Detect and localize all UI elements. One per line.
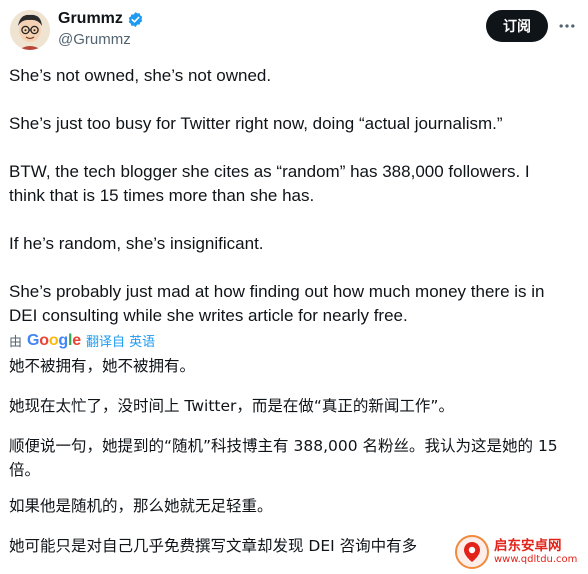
watermark-title: 启东安卓网 xyxy=(494,538,562,554)
tweet-text: She’s not owned, she’s not owned. She’s … xyxy=(9,64,569,352)
watermark-logo-icon xyxy=(455,535,489,569)
author-handle[interactable]: @Grummz xyxy=(58,31,131,48)
tweet-paragraph: She’s just too busy for Twitter right no… xyxy=(9,114,503,133)
translated-paragraph: 她现在太忙了，没时间上 Twitter，而是在做“真正的新闻工作”。 xyxy=(9,397,454,415)
site-watermark: 启东安卓网 www.qdltdu.com xyxy=(452,530,588,574)
tweet-paragraph: If he’s random, she’s insignificant. xyxy=(9,234,264,253)
translated-paragraph: 如果他是随机的，那么她就无足轻重。 xyxy=(9,497,273,515)
translation-source-link[interactable]: 翻译自 英语 xyxy=(86,331,155,350)
verified-badge-icon xyxy=(128,11,143,27)
author-display-name[interactable]: Grummz xyxy=(58,10,123,28)
tweet-paragraph: She’s not owned, she’s not owned. xyxy=(9,66,272,85)
avatar[interactable] xyxy=(10,10,50,50)
tweet-header: Grummz @Grummz 订阅 xyxy=(0,0,588,58)
more-horizontal-icon xyxy=(559,24,575,28)
translation-attribution: 由 Google 翻译自 英语 xyxy=(9,331,155,351)
more-options-button[interactable] xyxy=(554,14,580,38)
watermark-url: www.qdltdu.com xyxy=(494,554,578,565)
translated-paragraph: 她不被拥有，她不被拥有。 xyxy=(9,357,196,375)
author-name-row[interactable]: Grummz xyxy=(58,10,144,28)
google-logo: Google xyxy=(27,331,81,349)
tweet-paragraph: BTW, the tech blogger she cites as “rand… xyxy=(9,162,530,205)
tweet-paragraph: She’s probably just mad at how finding o… xyxy=(9,282,545,325)
subscribe-button[interactable]: 订阅 xyxy=(486,10,548,42)
cartoon-avatar-icon xyxy=(10,10,50,50)
translated-paragraph: 顺便说一句，她提到的“随机”科技博主有 388,000 名粉丝。我认为这是她的 … xyxy=(9,437,558,479)
translated-by-label: 由 xyxy=(9,335,23,350)
